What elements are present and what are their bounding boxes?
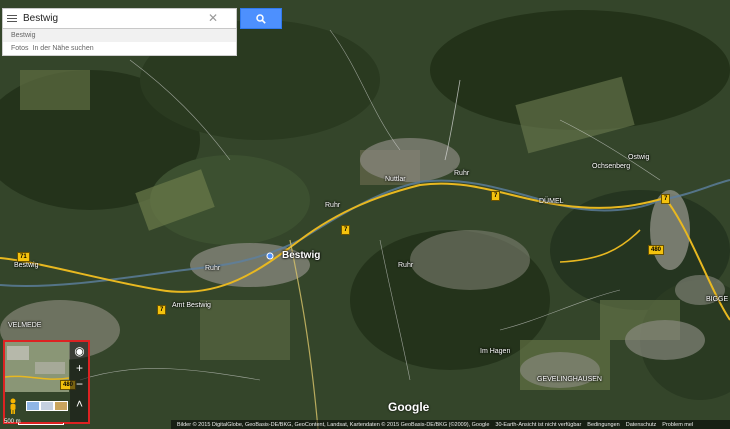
place-label-bigge[interactable]: BIGGE [706, 296, 728, 303]
road-shield: 7 [491, 191, 501, 201]
road-shield: 7 [341, 225, 351, 235]
suggestion-item[interactable]: Fotos In der Nähe suchen [3, 42, 236, 55]
suggestion-text: Bestwig [11, 32, 36, 39]
suggestion-list: Bestwig Fotos In der Nähe suchen [2, 29, 237, 56]
attribution-bar: Bilder © 2015 DigitalGlobe, GeoBasis-DE/… [171, 420, 730, 429]
clear-icon[interactable]: ✕ [205, 8, 221, 29]
place-label-velmede[interactable]: VELMEDE [8, 322, 41, 329]
place-label-gevelinghausen[interactable]: GEVELINGHAUSEN [537, 376, 602, 383]
road-shield: 7 [157, 305, 167, 315]
place-label-ochsenberg[interactable]: Ochsenberg [592, 163, 630, 170]
place-label-im-hagen[interactable]: Im Hagen [480, 348, 510, 355]
google-logo: Google [388, 400, 430, 414]
place-label-amt-bestwig[interactable]: Amt Bestwig [172, 302, 211, 309]
place-label-bestwig[interactable]: Bestwig [282, 250, 320, 261]
satellite-map[interactable] [0, 0, 730, 429]
road-shield: 480 [648, 245, 665, 255]
river-label: Ruhr [454, 170, 470, 177]
suggestion-text: Fotos [11, 45, 29, 52]
imagery-attribution: Bilder © 2015 DigitalGlobe, GeoBasis-DE/… [177, 421, 490, 428]
road-shield: 71 [17, 252, 30, 262]
place-label-ostwig[interactable]: Ostwig [628, 154, 649, 161]
menu-icon[interactable] [3, 8, 21, 29]
search-box: ✕ [2, 8, 237, 29]
privacy-link[interactable]: Datenschutz [626, 422, 657, 428]
place-label-dumel[interactable]: DÜMEL [539, 198, 564, 205]
search-input[interactable] [21, 9, 205, 28]
search-icon [256, 13, 266, 24]
suggestion-item[interactable]: Bestwig [3, 29, 236, 42]
river-label: Ruhr [398, 262, 414, 269]
highlight-box [3, 340, 90, 424]
place-label-bestwig-west[interactable]: Bestwig [14, 262, 39, 269]
search-button[interactable] [240, 8, 282, 29]
river-label: Ruhr [325, 202, 341, 209]
river-label: Ruhr [205, 265, 221, 272]
suggestion-extra: In der Nähe suchen [32, 45, 94, 52]
place-label-nuttlar[interactable]: Nuttlar [385, 176, 406, 183]
earth-unavailable-note: 30-Earth-Ansicht ist nicht verfügbar [495, 421, 582, 428]
terms-link[interactable]: Bedingungen [587, 422, 619, 428]
report-problem-link[interactable]: Problem mel [662, 422, 693, 428]
scale-bar [18, 423, 64, 425]
road-shield: 7 [661, 194, 671, 204]
